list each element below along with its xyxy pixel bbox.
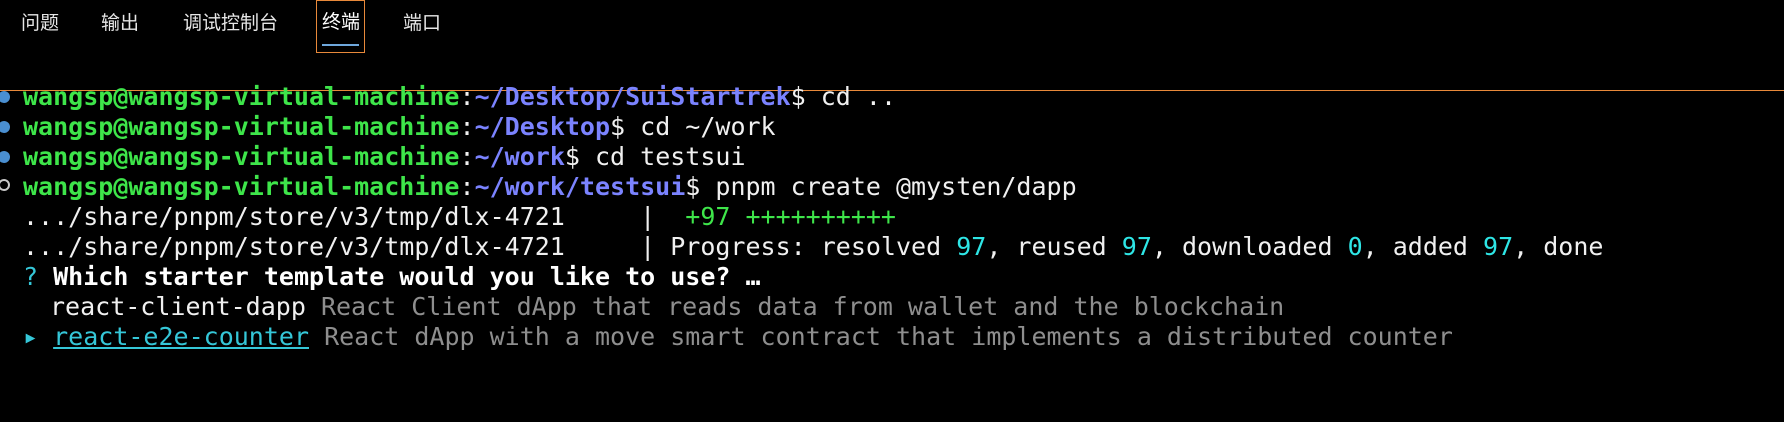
option-name: react-client-dapp: [50, 292, 306, 321]
tab-terminal[interactable]: 终端: [316, 0, 365, 53]
selection-pointer-icon: ▸: [23, 322, 39, 351]
tab-label: 调试控制台: [183, 12, 279, 34]
tab-debug-console[interactable]: 调试控制台: [183, 0, 278, 53]
panel-tab-bar: 问题 输出 调试控制台 终端 端口: [0, 0, 1784, 91]
option-description: React dApp with a move smart contract th…: [324, 322, 1453, 351]
tab-problems[interactable]: 问题: [21, 0, 59, 53]
option-name: react-e2e-counter: [53, 322, 309, 351]
tab-output[interactable]: 输出: [101, 0, 139, 53]
terminal-output[interactable]: [0, 91, 1784, 422]
template-option-react-e2e-counter[interactable]: ▸ react-e2e-counter React dApp with a mo…: [23, 320, 1453, 354]
option-description: React Client dApp that reads data from w…: [320, 292, 1285, 321]
tab-label: 终端: [322, 11, 361, 33]
tab-label: 输出: [101, 12, 140, 34]
tab-label: 问题: [21, 12, 60, 34]
active-tab-indicator: [322, 44, 359, 46]
template-option-react-client-dapp[interactable]: react-client-dapp React Client dApp that…: [50, 290, 1284, 324]
tab-label: 端口: [403, 12, 442, 34]
tab-ports[interactable]: 端口: [403, 0, 441, 53]
